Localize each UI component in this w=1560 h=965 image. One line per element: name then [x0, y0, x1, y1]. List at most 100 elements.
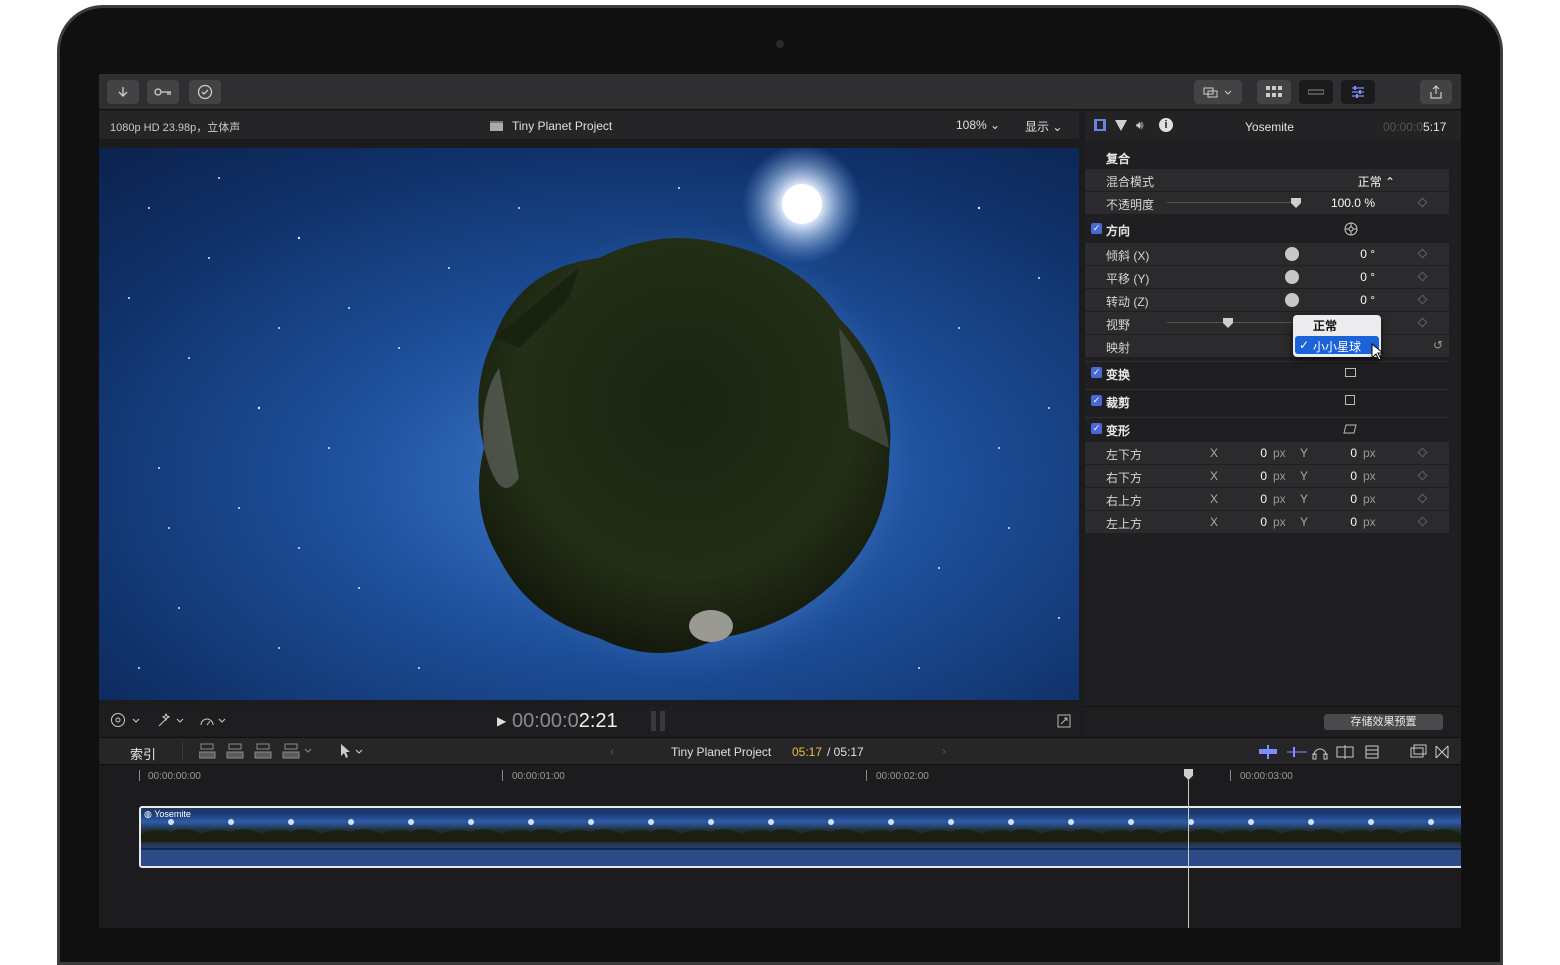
keyframe-icon[interactable] — [1417, 294, 1428, 305]
zoom-menu[interactable]: 108% ⌄ — [956, 118, 1000, 132]
pan-value[interactable]: 0 ° — [1325, 270, 1375, 284]
keyframe-icon[interactable] — [1417, 271, 1428, 282]
wand-icon — [158, 712, 184, 727]
checkmark-icon: ✓ — [1299, 338, 1310, 352]
import-button[interactable] — [107, 80, 139, 104]
index-button[interactable]: 索引 — [130, 744, 156, 763]
distort-header: ✓ 变形 — [1085, 417, 1449, 441]
pan-dial[interactable] — [1285, 270, 1299, 284]
orientation-checkbox[interactable]: ✓ — [1091, 223, 1102, 234]
corner-y-value[interactable]: 0 — [1335, 469, 1357, 483]
keyframe-icon[interactable] — [1417, 470, 1428, 481]
roll-label: 转动 (Z) — [1106, 295, 1149, 309]
grid-icon — [1266, 86, 1282, 97]
retime-button[interactable] — [199, 712, 227, 731]
corner-y-value[interactable]: 0 — [1335, 515, 1357, 529]
tiny-planet-image — [99, 148, 1079, 700]
edit-buttons[interactable] — [198, 742, 319, 763]
main-toolbar — [99, 74, 1461, 110]
window-layout-button[interactable] — [1194, 80, 1242, 104]
forward-arrow-icon[interactable]: › — [942, 744, 946, 758]
roll-value[interactable]: 0 ° — [1325, 293, 1375, 307]
distort-onscreen-icon[interactable] — [1343, 423, 1357, 437]
layout-dropdown-icon — [1203, 87, 1232, 98]
keyframe-icon[interactable] — [1417, 248, 1428, 259]
keyframe-icon[interactable] — [1417, 493, 1428, 504]
select-tool-button[interactable] — [339, 742, 365, 763]
opacity-slider-knob[interactable] — [1291, 198, 1301, 208]
keyframe-icon[interactable] — [1417, 447, 1428, 458]
fullscreen-button[interactable] — [1057, 714, 1071, 731]
corner-x-value[interactable]: 0 — [1245, 469, 1267, 483]
viewer-timecode: 00:00:02:21 — [512, 710, 618, 733]
arrow-cursor-icon — [341, 744, 363, 758]
playhead[interactable] — [1188, 780, 1189, 928]
timeline-controls-icon — [1259, 744, 1449, 760]
speaker-icon[interactable]: 🔊︎ — [1136, 118, 1144, 133]
opacity-value[interactable]: 100.0 % — [1305, 196, 1375, 210]
sliders-icon — [1352, 86, 1364, 98]
distort-checkbox[interactable]: ✓ — [1091, 423, 1102, 434]
color-inspector-tab[interactable] — [1115, 119, 1127, 134]
timeline-position: 05:17 — [792, 745, 823, 759]
video-inspector-tab[interactable] — [1094, 119, 1106, 134]
orientation-onscreen-icon[interactable] — [1344, 222, 1358, 239]
pan-row: 平移 (Y) 0 ° — [1085, 266, 1449, 288]
roll-dial[interactable] — [1285, 293, 1299, 307]
opacity-slider-track[interactable] — [1167, 202, 1295, 203]
project-title: Tiny Planet Project — [512, 119, 613, 133]
inspector-button[interactable] — [1341, 80, 1375, 104]
timeline-view-controls[interactable] — [1259, 743, 1459, 764]
pan-label: 平移 (Y) — [1106, 272, 1150, 286]
view-options-button[interactable] — [110, 712, 140, 731]
zoom-value: 108% — [956, 118, 987, 132]
tilt-value[interactable]: 0 ° — [1325, 247, 1375, 261]
fov-slider-knob[interactable] — [1223, 318, 1233, 328]
save-preset-button[interactable]: 存储效果预置 — [1324, 714, 1443, 730]
play-icon[interactable]: ▶ — [497, 714, 506, 728]
keyframe-icon[interactable] — [1417, 197, 1428, 208]
checkmark-circle-icon — [197, 84, 213, 100]
transform-header: ✓ 变换 — [1085, 361, 1449, 385]
corner-label: 右上方 — [1106, 494, 1143, 508]
timeline-ruler[interactable]: 00:00:00:00 00:00:01:00 00:00:02:00 00:0… — [99, 766, 1461, 788]
corner-y-value[interactable]: 0 — [1335, 492, 1357, 506]
transform-tool-button[interactable] — [157, 712, 185, 731]
keyword-button[interactable] — [147, 80, 179, 104]
transform-onscreen-icon[interactable] — [1345, 368, 1356, 377]
keyframe-icon[interactable] — [1417, 516, 1428, 527]
speedometer-icon — [200, 718, 226, 726]
corner-x-value[interactable]: 0 — [1245, 492, 1267, 506]
reset-icon[interactable]: ↺ — [1433, 338, 1443, 352]
corner-label: 左上方 — [1106, 517, 1143, 531]
browser-button[interactable] — [1257, 80, 1291, 104]
toolbar-divider — [182, 742, 183, 760]
timeline-button[interactable] — [1299, 80, 1333, 104]
transform-checkbox[interactable]: ✓ — [1091, 367, 1102, 378]
info-icon[interactable]: i — [1159, 118, 1173, 132]
menu-item-normal[interactable]: 正常 — [1293, 318, 1381, 335]
share-button[interactable] — [1420, 80, 1452, 104]
keyframe-icon[interactable] — [1417, 317, 1428, 328]
crop-onscreen-icon[interactable] — [1345, 395, 1355, 405]
timeline-clip[interactable]: ◍ Yosemite — [139, 806, 1461, 868]
back-arrow-icon[interactable]: ‹ — [610, 744, 614, 758]
clip-label: ◍ Yosemite — [144, 809, 191, 820]
menu-item-tiny-planet[interactable]: ✓ 小小星球 — [1295, 336, 1379, 354]
tilt-dial[interactable] — [1285, 247, 1299, 261]
corner-x-value[interactable]: 0 — [1245, 515, 1267, 529]
duration-bright: 5:17 — [1423, 120, 1447, 134]
corner-x-value[interactable]: 0 — [1245, 446, 1267, 460]
blend-mode-label: 混合模式 — [1106, 175, 1155, 189]
display-menu[interactable]: 显示 ⌄ — [1025, 118, 1062, 135]
blend-mode-popup[interactable]: 正常 ⌃ — [1315, 173, 1395, 190]
background-tasks-button[interactable] — [189, 80, 221, 104]
globe-dropdown-icon — [111, 713, 140, 727]
ruler-tick — [139, 770, 140, 781]
orientation-title: 方向 — [1106, 224, 1131, 238]
viewer-canvas[interactable] — [99, 148, 1079, 700]
crop-checkbox[interactable]: ✓ — [1091, 395, 1102, 406]
clip-filmstrip — [141, 812, 1461, 866]
x-axis-label: X — [1210, 492, 1219, 506]
corner-y-value[interactable]: 0 — [1335, 446, 1357, 460]
